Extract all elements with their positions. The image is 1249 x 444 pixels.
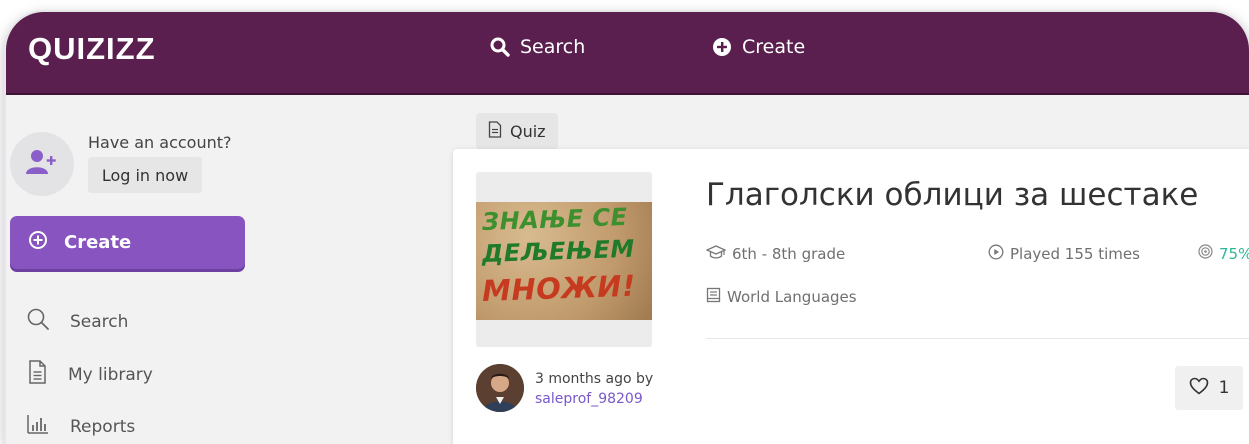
card-divider [706,338,1249,339]
heart-icon [1189,377,1209,400]
thumbnail-text-line: ДЕЉЕЊЕМ [481,234,636,268]
quiz-subject: World Languages [706,287,857,307]
quiz-subject-text: World Languages [727,288,857,306]
thumbnail-text-line: МНОЖИ! [481,268,637,308]
sidebar-item-label: Reports [70,416,136,437]
header-search-label: Search [520,36,586,58]
sidebar-create-button[interactable]: Create [10,216,245,269]
quiz-type-badge: Quiz [476,113,558,149]
book-icon [706,287,721,307]
quiz-accuracy-text: 75% [1219,244,1249,263]
search-icon [26,307,50,336]
sidebar-item-label: My library [68,364,153,385]
like-count: 1 [1218,378,1230,398]
quiz-thumbnail[interactable]: ЗНАЊЕ СЕ ДЕЉЕЊЕМ МНОЖИ! [476,172,652,347]
quiz-card[interactable]: ЗНАЊЕ СЕ ДЕЉЕЊЕМ МНОЖИ! Глаголски облици… [453,149,1249,444]
thumbnail-image: ЗНАЊЕ СЕ ДЕЉЕЊЕМ МНОЖИ! [476,202,652,320]
target-icon [1198,244,1213,263]
plus-circle-icon [712,37,732,57]
quiz-play-count-text: Played 155 times [1010,245,1140,263]
author-name-link[interactable]: saleprof_98209 [535,389,653,409]
sidebar-create-label: Create [64,232,132,253]
sidebar-item-my-library[interactable]: My library [26,360,153,389]
like-button[interactable]: 1 [1175,366,1243,410]
sidebar-item-label: Search [70,311,129,332]
quiz-accuracy: 75% [1198,244,1249,263]
thumbnail-text-line: ЗНАЊЕ СЕ [481,202,628,236]
play-circle-icon [988,244,1004,264]
sidebar: Have an account? Log in now Create Searc… [6,95,454,444]
bar-chart-icon [26,413,50,440]
account-prompt: Have an account? [88,133,232,152]
quiz-type-label: Quiz [510,121,546,141]
header-create-button[interactable]: Create [712,36,805,58]
quiz-grade: 6th - 8th grade [705,244,846,264]
login-button[interactable]: Log in now [88,157,202,193]
app-window: QUIZIZZ Search Create Have an account? L… [6,12,1249,444]
add-user-icon [25,149,59,179]
quiz-title[interactable]: Глаголски облици за шестаке [706,177,1198,213]
document-icon [26,360,48,389]
graduation-cap-icon [705,244,727,264]
top-navigation-bar: QUIZIZZ Search Create [6,12,1249,95]
author-info: 3 months ago by saleprof_98209 [535,369,653,409]
quizizz-logo[interactable]: QUIZIZZ [28,31,156,67]
header-search-button[interactable]: Search [490,36,585,58]
document-icon [488,120,502,142]
sidebar-item-reports[interactable]: Reports [26,413,135,440]
header-create-label: Create [742,36,806,58]
search-icon [490,37,510,57]
sidebar-item-search[interactable]: Search [26,307,128,336]
quiz-grade-text: 6th - 8th grade [732,245,846,263]
plus-circle-icon [28,230,48,255]
author-time: 3 months ago by [535,371,654,387]
author-avatar[interactable] [476,364,524,412]
quiz-play-count: Played 155 times [988,244,1140,264]
guest-avatar [10,132,74,196]
